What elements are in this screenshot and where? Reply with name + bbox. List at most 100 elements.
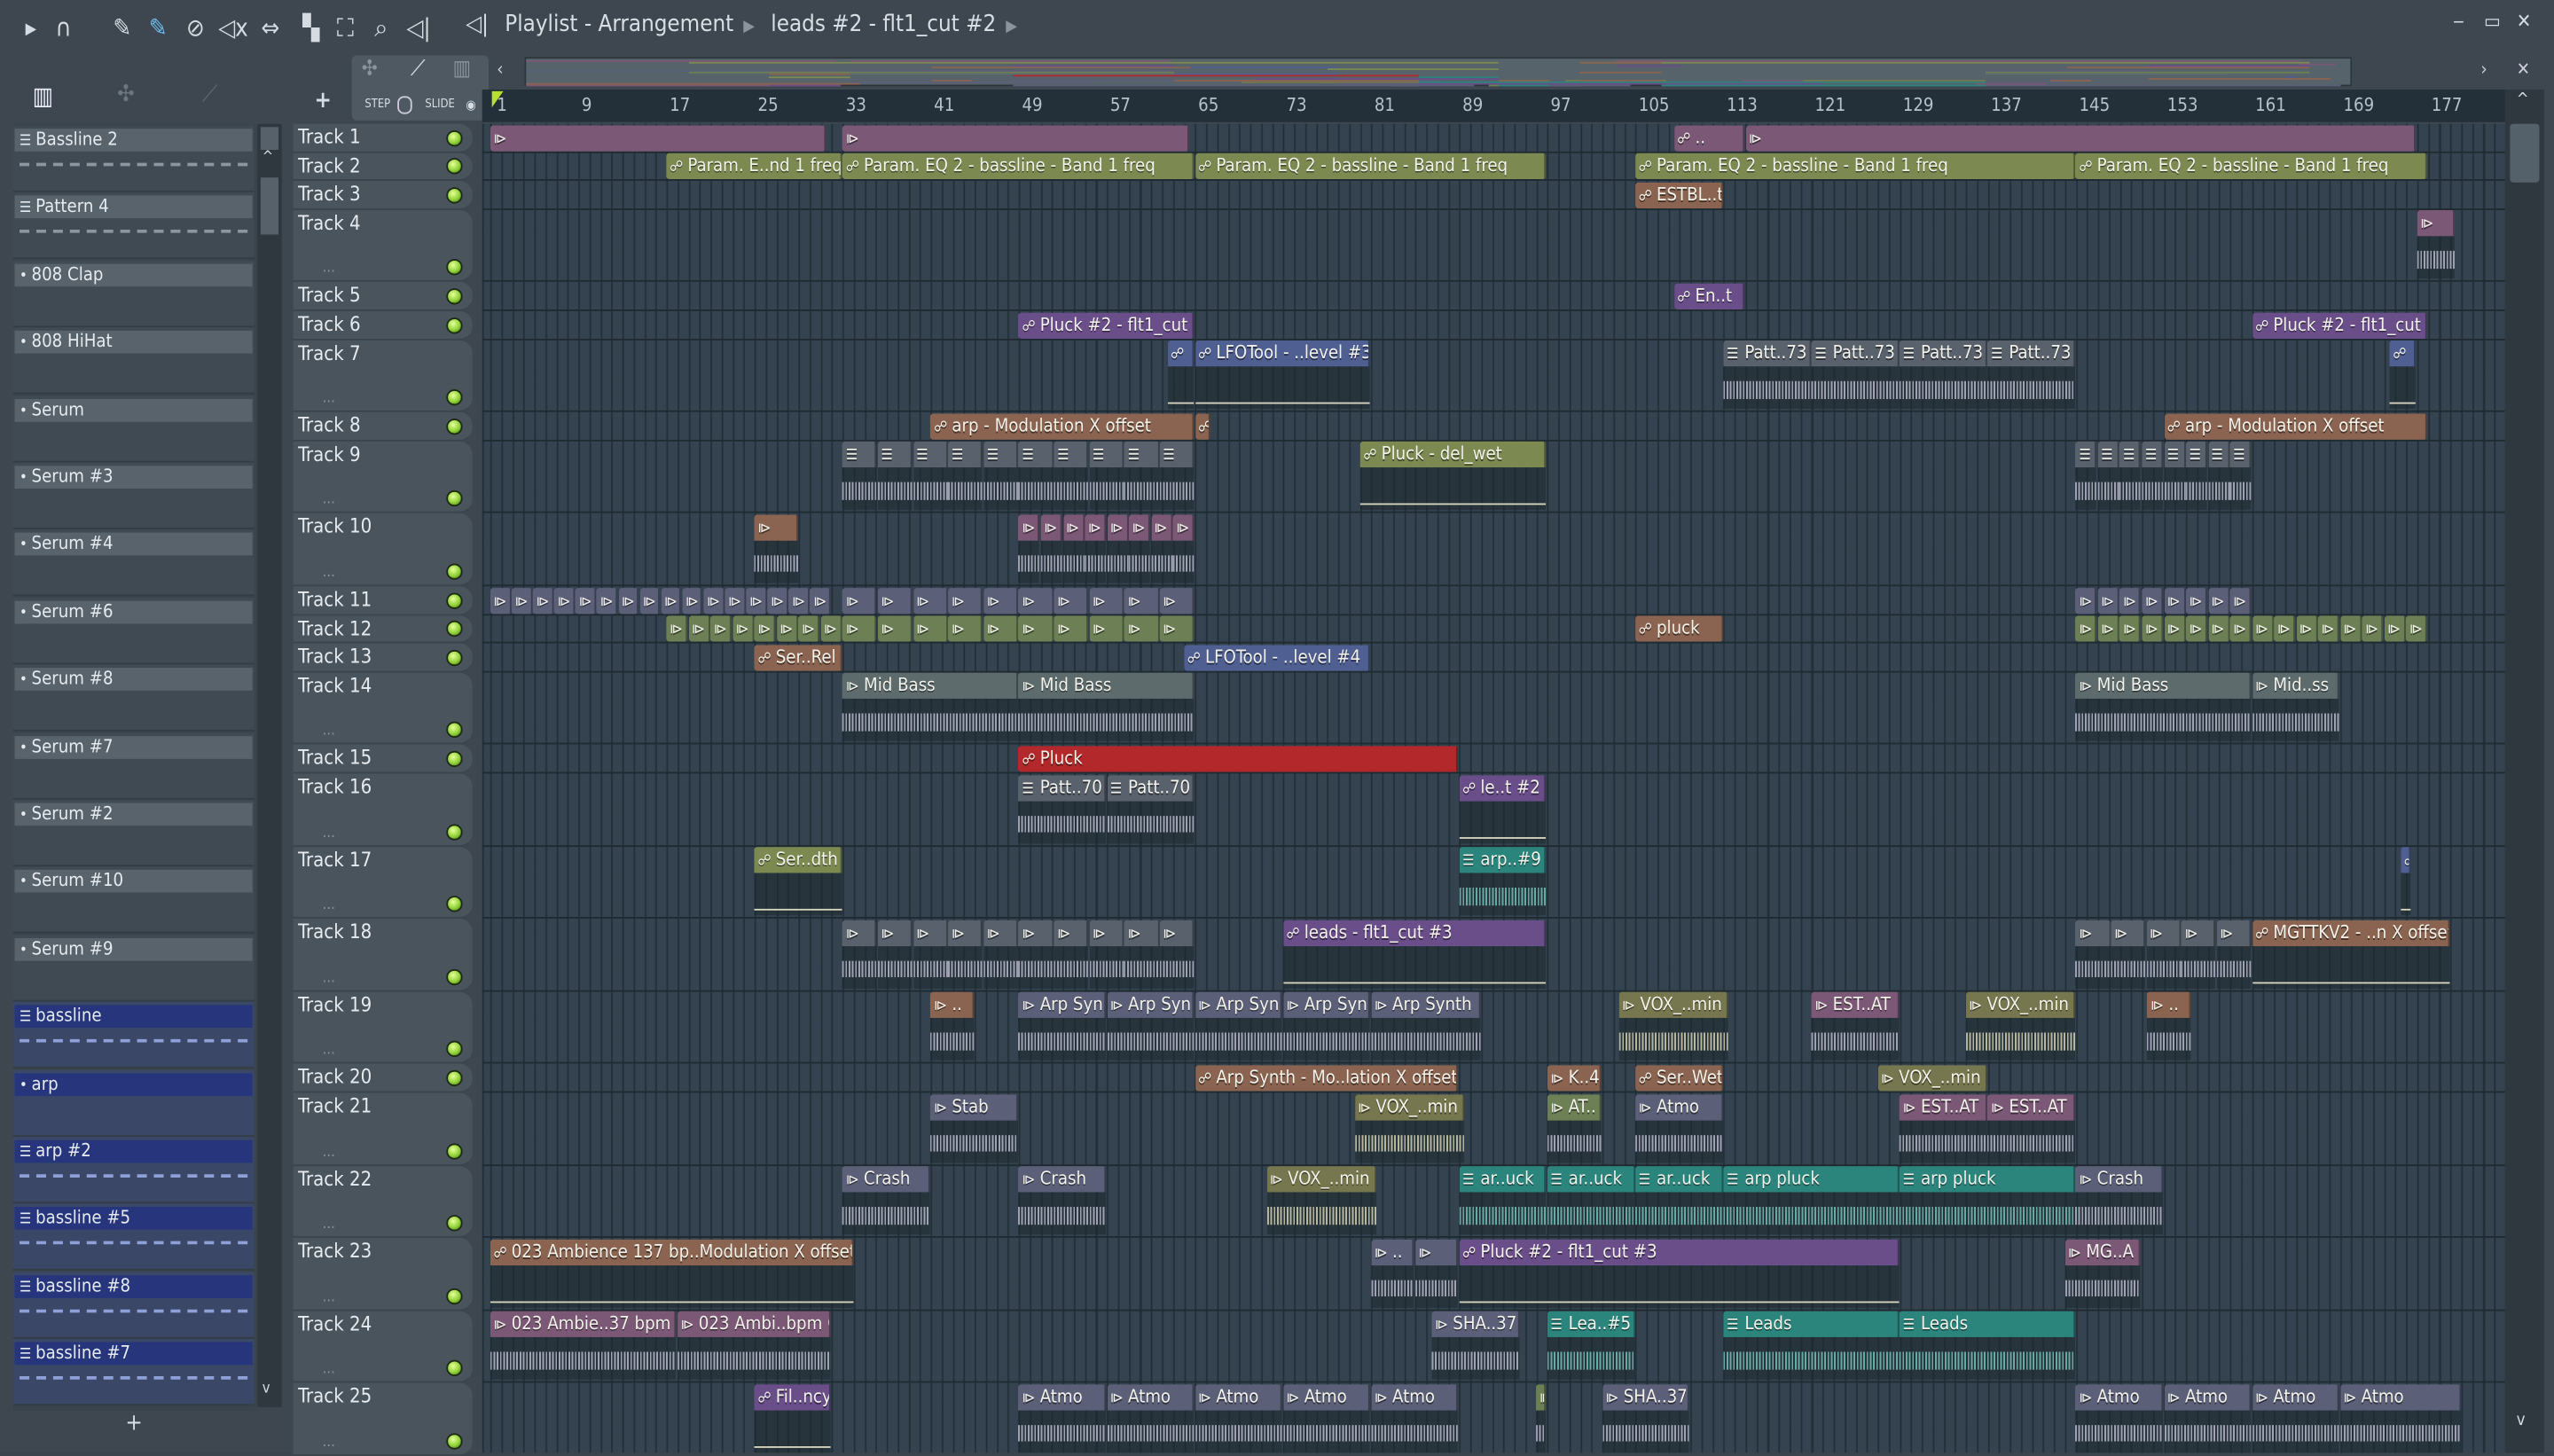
track-mute-led[interactable] [446, 1069, 463, 1087]
playlist-clip[interactable]: ☍ Ser..Rel [754, 644, 842, 671]
clip-header[interactable]: ⧐ [1018, 514, 1040, 541]
playlist-clip[interactable]: ⧐ [2146, 920, 2182, 990]
playlist-clip[interactable]: ⧐ [983, 920, 1018, 990]
playlist-clip[interactable]: ☰ [913, 442, 948, 512]
clip-header[interactable]: ⧐ [2207, 615, 2229, 643]
clip-header[interactable]: ⧐ [1085, 514, 1107, 541]
playlist-clip[interactable]: ⧐ Atmo [1635, 1093, 1723, 1163]
track-header[interactable]: Track 5 [293, 282, 473, 311]
playlist-clip[interactable]: ⧐ [1018, 615, 1054, 643]
playlist-clip[interactable]: ⧐ EST..AT [1987, 1093, 2075, 1163]
clip-header[interactable]: ⧐ Crash [842, 1166, 930, 1193]
playlist-clip[interactable]: ⧐ SHA..37 [1431, 1311, 1519, 1382]
playlist-clip[interactable]: ⧐ Arp Syn [1282, 992, 1371, 1062]
playlist-clip[interactable]: ⧐ [511, 587, 533, 614]
playlist-clip[interactable]: ☍ MGTTKV2 - ..n X offset [2252, 920, 2450, 990]
track-header[interactable]: Track 18... [293, 919, 473, 992]
clip-header[interactable]: ☍ arp - Modulation X offset [2164, 412, 2428, 440]
playlist-grid[interactable]: ⧐ ⧐ ☍.. ⧐ ☍ Param. E..nd 1 freq ☍ Param. EQ 2 -… [482, 123, 2505, 1453]
track-mute-led[interactable] [446, 823, 463, 841]
clip-header[interactable]: ⧐ [490, 124, 826, 152]
pattern-item[interactable]: ☰ bassline #7 [12, 1339, 255, 1406]
pattern-item-header[interactable]: • Serum #4 [14, 533, 253, 557]
track-header[interactable]: Track 14... [293, 672, 473, 746]
track-mute-led[interactable] [446, 186, 463, 204]
clip-header[interactable]: ⧐ [810, 587, 831, 614]
clip-header[interactable]: ⧐ SHA..37 [1431, 1311, 1519, 1338]
pattern-item-header[interactable]: ☰ arp #2 [14, 1139, 253, 1163]
playlist-clip[interactable]: ⧐ Crash [2075, 1166, 2164, 1236]
clip-header[interactable]: ⧐ [2119, 587, 2142, 614]
playlist-clip[interactable]: ⧐ [1089, 920, 1124, 990]
playlist-clip[interactable]: ☰ Patt..70 [1107, 774, 1195, 844]
pattern-item[interactable]: • Serum #9 [12, 934, 255, 1002]
clip-header[interactable]: ⧐ MG..A [2064, 1239, 2142, 1265]
playlist-clip[interactable]: ⧐ [2252, 615, 2274, 643]
playlist-clip[interactable]: ⧐ [983, 615, 1018, 643]
clip-header[interactable]: ⧐.. [930, 992, 975, 1019]
clip-header[interactable]: ☰ ar..uck [1459, 1166, 1547, 1193]
playlist-clip[interactable]: ⧐ [1128, 514, 1150, 584]
clip-header[interactable]: ☰ [842, 442, 877, 468]
clip-header[interactable]: ☰ [1159, 442, 1195, 468]
clip-header[interactable]: ⧐ [2296, 615, 2318, 643]
timeline-ruler[interactable]: 1 9 17 25 33 41 49 57 65 73 81 89 97 105 113 121 129 137 1… [482, 90, 2505, 122]
delete-icon[interactable]: ⊘ [181, 13, 210, 43]
clip-header[interactable]: ☍ Pluck - del_wet [1359, 442, 1547, 468]
clip-header[interactable]: ⧐ [2075, 920, 2111, 946]
slice-icon[interactable]: ▚ [296, 13, 325, 43]
playlist-clip[interactable]: ⧐ [618, 587, 639, 614]
playlist-clip[interactable]: ⧐ [1107, 514, 1129, 584]
mute-icon[interactable]: ◁x [218, 13, 248, 43]
playlist-clip[interactable]: ⧐ [2362, 615, 2384, 643]
pattern-item-header[interactable]: • Serum #3 [14, 466, 253, 489]
close-overview-icon[interactable]: ✕ [2517, 59, 2530, 80]
playlist-clip[interactable]: ☍ Param. EQ 2 - bassline - Band 1 freq [2075, 153, 2428, 180]
playlist-clip[interactable]: ⧐ [842, 124, 1189, 152]
clip-header[interactable]: ☍ Ser..dth [754, 847, 842, 873]
playlist-clip[interactable]: ⧐ Atmo [1371, 1384, 1459, 1453]
playlist-clip[interactable]: ☰ Lea..#5 [1547, 1311, 1635, 1382]
clip-header[interactable]: ⧐ [1172, 514, 1195, 541]
playlist-clip[interactable]: ⧐.. [2147, 992, 2191, 1062]
clip-header[interactable]: ⧐ [2207, 587, 2229, 614]
playlist-clip[interactable]: ⧐ [1018, 587, 1054, 614]
playlist-clip[interactable]: ☍ Pluck #2 - flt1_cut #3 [1459, 1239, 1900, 1309]
track-mute-led[interactable] [446, 649, 463, 666]
clip-header[interactable]: ☍ MGTTKV2 - ..n X offset [2252, 920, 2450, 946]
clip-header[interactable]: ☍ ESTBL..t [1635, 182, 1723, 208]
track-mute-led[interactable] [446, 1041, 463, 1058]
clip-header[interactable]: ☍ Ser..Wet [1635, 1065, 1723, 1092]
playlist-clip[interactable]: ⧐ [2142, 615, 2164, 643]
clip-header[interactable]: ⧐ [2185, 587, 2207, 614]
clip-header[interactable]: ⧐ [511, 587, 533, 614]
track-mute-led[interactable] [446, 968, 463, 985]
maximize-icon[interactable]: ▭ [2484, 10, 2501, 33]
clip-header[interactable]: ⧐ [1062, 514, 1085, 541]
playlist-clip[interactable]: ⧐ [1054, 920, 1089, 990]
pattern-icon[interactable]: ▥ [453, 57, 471, 82]
clip-header[interactable]: ⧐ Crash [1018, 1166, 1107, 1193]
clip-header[interactable]: ⧐ [532, 587, 554, 614]
playlist-clip[interactable]: ⧐ [666, 615, 688, 643]
scroll-up-icon[interactable]: ^ [262, 150, 273, 166]
playback-icon[interactable]: ◁| [404, 13, 434, 43]
clip-header[interactable]: ⧐ [682, 587, 703, 614]
clip-header[interactable]: ⧐ [2142, 615, 2164, 643]
clip-header[interactable]: ⧐ [2164, 615, 2186, 643]
clip-header[interactable]: ⧐ AT.. [1547, 1093, 1602, 1120]
playlist-clip[interactable]: ⧐ [2111, 920, 2146, 990]
track-header[interactable]: Track 2 [293, 152, 473, 182]
clip-header[interactable]: ⧐ [2119, 615, 2142, 643]
playlist-clip[interactable]: ⧐ [2207, 615, 2229, 643]
playlist-clip[interactable]: ⧐ [1159, 920, 1195, 990]
clip-header[interactable]: ⧐ VOX_..min [1965, 992, 2075, 1019]
clip-header[interactable]: ⧐ [2181, 920, 2216, 946]
clip-header[interactable]: ☍ Fil..ncy [754, 1384, 831, 1411]
playlist-clip[interactable]: ☍ arp - Modulation X offset [930, 412, 1195, 440]
clip-header[interactable]: ⧐ VOX_..min [1354, 1093, 1464, 1120]
clip-header[interactable]: ⧐ Arp Syn [1018, 992, 1107, 1019]
clip-header[interactable]: ⧐ [639, 587, 661, 614]
clip-header[interactable]: ☍ le..t #2 [1459, 774, 1547, 801]
clip-header[interactable]: ⧐ [1124, 615, 1159, 643]
